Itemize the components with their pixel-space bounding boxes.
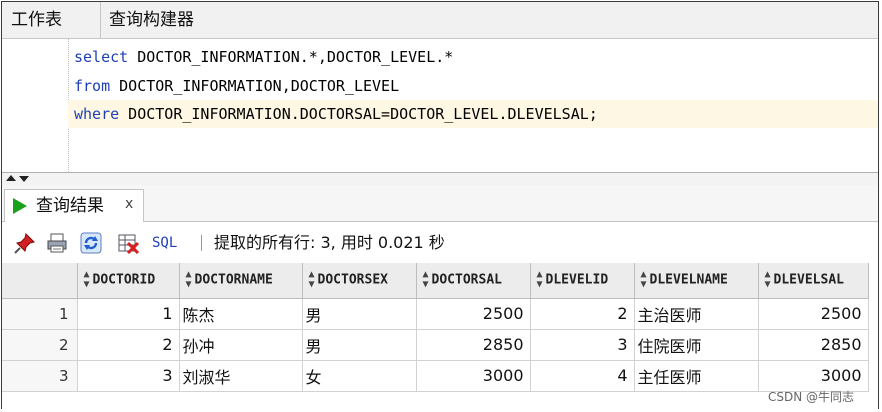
collapse-down-icon[interactable]: [19, 176, 29, 182]
cell-dlevelsal[interactable]: 3000: [758, 360, 869, 392]
tab-worksheet[interactable]: 工作表: [11, 2, 62, 38]
column-header-doctorsal[interactable]: ▲ ▼ DOCTORSAL: [416, 263, 531, 299]
collapse-up-icon[interactable]: [6, 175, 16, 181]
cell-dlevelsal[interactable]: 2500: [758, 298, 869, 330]
header-row: ▲ ▼ DOCTORID ▲ ▼ DOCTORNAME ▲ ▼ DOCTORSEX ▲ ▼ DO…: [2, 263, 869, 299]
code-text: DOCTOR_INFORMATION.DOCTORSAL=DOCTOR_LEVE…: [119, 105, 598, 123]
cell-dlevelsal[interactable]: 2850: [758, 329, 869, 361]
cell-doctorname[interactable]: 陈杰: [179, 298, 303, 330]
cell-doctorsex[interactable]: 男: [302, 329, 417, 361]
cell-doctorid[interactable]: 1: [77, 298, 180, 330]
cell-dlevelid[interactable]: 3: [530, 329, 635, 361]
sort-icon[interactable]: ▲ ▼: [641, 270, 647, 290]
row-number: 3: [2, 360, 78, 392]
tab-query-builder[interactable]: 查询构建器: [100, 2, 194, 38]
results-toolbar: SQL 提取的所有行: 3, 用时 0.021 秒: [2, 222, 878, 262]
cell-doctorid[interactable]: 3: [77, 360, 180, 392]
worksheet-tab-bar: 工作表 查询构建器: [2, 2, 878, 39]
tab-query-results[interactable]: 查询结果 x: [4, 189, 144, 222]
sql-editor[interactable]: select DOCTOR_INFORMATION.*,DOCTOR_LEVEL…: [2, 39, 878, 172]
sort-icon[interactable]: ▲ ▼: [309, 270, 315, 290]
sql-keyword: select: [74, 48, 129, 66]
sort-icon[interactable]: ▲ ▼: [423, 270, 429, 290]
row-number: 2: [2, 329, 78, 361]
sort-icon[interactable]: ▲ ▼: [84, 270, 90, 290]
code-text: DOCTOR_INFORMATION.*,DOCTOR_LEVEL.*: [128, 48, 454, 66]
sort-icon[interactable]: ▲ ▼: [186, 270, 192, 290]
cell-dlevelname[interactable]: 主任医师: [634, 360, 759, 392]
table-row[interactable]: 2 2 孙冲 男 2850 3 住院医师 2850: [2, 329, 869, 361]
code-text: DOCTOR_INFORMATION,DOCTOR_LEVEL: [110, 77, 400, 95]
column-header-dlevelsal[interactable]: ▲ ▼ DLEVELSAL: [758, 263, 869, 299]
code-line-1[interactable]: select DOCTOR_INFORMATION.*,DOCTOR_LEVEL…: [74, 43, 453, 71]
column-header-doctorsex[interactable]: ▲ ▼ DOCTORSEX: [302, 263, 417, 299]
fetch-status-text: 提取的所有行: 3, 用时 0.021 秒: [214, 233, 445, 252]
cell-dlevelname[interactable]: 住院医师: [634, 329, 759, 361]
cell-doctorsex[interactable]: 男: [302, 298, 417, 330]
column-header-dlevelid[interactable]: ▲ ▼ DLEVELID: [530, 263, 635, 299]
cell-doctorsal[interactable]: 2500: [416, 298, 531, 330]
print-icon[interactable]: [46, 232, 68, 254]
sort-icon[interactable]: ▲ ▼: [537, 270, 543, 290]
results-tab-label: 查询结果: [36, 196, 104, 216]
sql-keyword: from: [74, 77, 111, 95]
table-row[interactable]: 1 1 陈杰 男 2500 2 主治医师 2500: [2, 298, 869, 330]
run-icon: [13, 198, 27, 214]
sql-developer-window: 工作表 查询构建器 select DOCTOR_INFORMATION.*,DO…: [1, 1, 879, 409]
cell-dlevelid[interactable]: 4: [530, 360, 635, 392]
cell-doctorid[interactable]: 2: [77, 329, 180, 361]
cell-dlevelname[interactable]: 主治医师: [634, 298, 759, 330]
column-header-dlevelname[interactable]: ▲ ▼ DLEVELNAME: [634, 263, 759, 299]
toolbar-separator: [201, 235, 202, 251]
clear-results-icon[interactable]: [117, 232, 139, 254]
code-line-2[interactable]: from DOCTOR_INFORMATION,DOCTOR_LEVEL: [74, 72, 399, 100]
code-line-3-current[interactable]: where DOCTOR_INFORMATION.DOCTORSAL=DOCTO…: [68, 100, 878, 128]
cell-doctorsal[interactable]: 2850: [416, 329, 531, 361]
cell-doctorsex[interactable]: 女: [302, 360, 417, 392]
sql-button[interactable]: SQL: [152, 233, 177, 253]
watermark-text: CSDN @牛同志: [768, 390, 855, 404]
column-header-doctorname[interactable]: ▲ ▼ DOCTORNAME: [179, 263, 303, 299]
sort-icon[interactable]: ▲ ▼: [765, 270, 771, 290]
editor-gutter: [2, 39, 69, 172]
column-header-doctorid[interactable]: ▲ ▼ DOCTORID: [77, 263, 180, 299]
results-table: ▲ ▼ DOCTORID ▲ ▼ DOCTORNAME ▲ ▼ DOCTORSEX ▲ ▼ DO…: [2, 263, 869, 392]
cell-dlevelid[interactable]: 2: [530, 298, 635, 330]
row-number-header: [2, 263, 78, 299]
sql-keyword: where: [74, 105, 120, 123]
results-tab-bar: 查询结果 x: [2, 185, 878, 222]
panel-splitter[interactable]: [2, 172, 878, 186]
pin-icon[interactable]: [14, 232, 36, 254]
row-number: 1: [2, 298, 78, 330]
refresh-icon[interactable]: [80, 232, 102, 254]
table-row[interactable]: 3 3 刘淑华 女 3000 4 主任医师 3000: [2, 360, 869, 392]
results-grid[interactable]: ▲ ▼ DOCTORID ▲ ▼ DOCTORNAME ▲ ▼ DOCTORSEX ▲ ▼ DO…: [2, 263, 878, 409]
close-tab-icon[interactable]: x: [125, 190, 133, 218]
cell-doctorname[interactable]: 孙冲: [179, 329, 303, 361]
cell-doctorsal[interactable]: 3000: [416, 360, 531, 392]
cell-doctorname[interactable]: 刘淑华: [179, 360, 303, 392]
